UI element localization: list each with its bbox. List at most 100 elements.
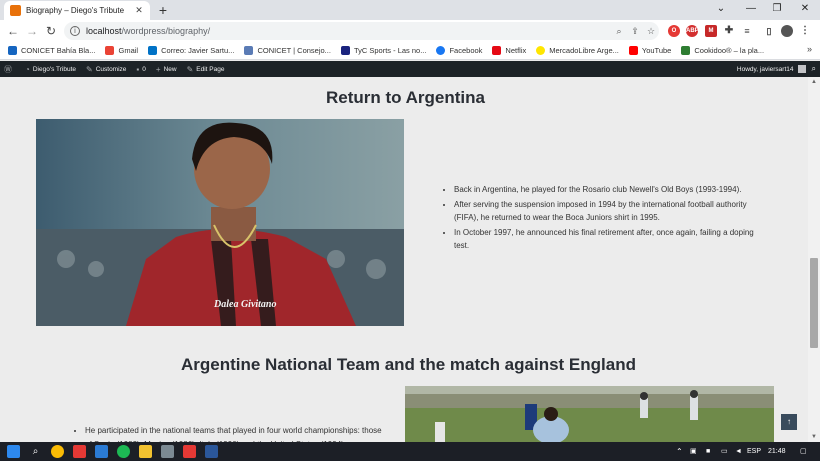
extension-mail-icon[interactable]: M [705,25,717,37]
forward-arrow-icon[interactable]: → [24,22,40,40]
bookmark-item[interactable]: CONICET | Consejo... [244,46,331,55]
national-team-bullet-list: He participated in the national teams th… [85,424,385,442]
youtube-icon [628,46,638,55]
profile-avatar[interactable] [781,25,793,37]
clock[interactable]: 21:48 [768,442,786,461]
url-text[interactable]: localhost/wordpress/biography/ [86,26,611,36]
bookmark-item[interactable]: MercadoLibre Arge... [536,46,619,55]
back-to-top-button[interactable]: ↑ [781,414,797,430]
tray-arrow-icon[interactable]: ⌃ [676,442,683,461]
wp-logo-menu[interactable]: Ⓦ [4,64,15,75]
tray-network-icon[interactable]: ▭ [721,442,728,461]
edit-page-label: Edit Page [196,65,225,73]
bookmark-item[interactable]: Correo: Javier Sartu... [148,46,234,55]
edit-page-link[interactable]: ✎ Edit Page [187,65,225,74]
customize-link[interactable]: ✎ Customize [86,65,126,74]
page-content: Return to Argentina Dalea Givitano • Bac… [0,77,808,442]
dashboard-icon: ◔ [25,64,30,74]
jersey-sponsor-text: Dalea Givitano [213,299,277,310]
account-menu[interactable]: Howdy, javiersart14 ⌕ [737,61,816,77]
browser-toolbar: ← → ↻ i localhost/wordpress/biography/ ⌕… [0,20,820,42]
back-arrow-icon[interactable]: ← [5,22,21,40]
bookmark-label: Netflix [505,46,527,55]
customize-label: Customize [95,65,127,73]
paintbrush-icon: ✎ [86,64,93,74]
new-label: New [163,65,177,73]
plus-icon: + [155,64,161,74]
bookmark-item[interactable]: Gmail [105,46,138,55]
scrollbar-thumb[interactable] [810,258,818,348]
bookmark-label: Cookidoo® – la pla... [694,46,765,55]
side-panel-icon[interactable]: ▯ [763,25,775,37]
zoom-search-icon[interactable]: ⌕ [611,26,627,37]
site-info-icon[interactable]: i [70,26,80,36]
bookmark-item[interactable]: Facebook [436,46,482,55]
taskbar-search-icon[interactable]: ⌕ [29,445,42,458]
bookmark-label: MercadoLibre Arge... [549,46,619,55]
section-heading: Argentine National Team and the match ag… [181,355,636,374]
browser-tab[interactable]: Biography – Diego's Tribute ✕ [4,1,150,20]
outlook-icon [148,46,158,55]
reload-icon[interactable]: ↻ [43,22,59,40]
cookidoo-icon [681,46,691,55]
word-icon[interactable] [205,445,218,458]
bookmark-item[interactable]: Netflix [492,46,526,55]
return-bullet-list: Back in Argentina, he played for the Ros… [454,183,754,254]
vivaldi-icon[interactable] [73,445,86,458]
bookmark-item[interactable]: YouTube [628,46,672,55]
bookmark-favicon-icon [8,46,17,55]
windows-start-icon[interactable] [7,445,20,458]
reading-list-icon[interactable]: ≡ [741,25,753,37]
bookmark-item[interactable]: CONICET Bahía Bla... [8,46,95,55]
list-item: He participated in the national teams th… [85,424,385,442]
site-name-label: Diego's Tribute [32,65,76,73]
tab-close-icon[interactable]: ✕ [134,5,144,16]
page-scrollbar[interactable]: ▲ ▼ [808,77,820,442]
comments-link[interactable]: ▪ 0 [136,65,145,74]
extension-puzzle-icon[interactable]: ✚ [723,25,735,37]
extension-opera-icon[interactable]: O [668,25,680,37]
tray-volume-icon[interactable]: ◄ [735,442,742,461]
bookmark-label: Gmail [118,46,139,55]
wp-admin-bar: Ⓦ ◔ Diego's Tribute ✎ Customize ▪ 0 + New ✎ E… [0,61,820,77]
scroll-down-arrow-icon[interactable]: ▼ [808,432,820,442]
mercadolibre-icon [536,46,546,55]
search-icon[interactable]: ⌕ [812,64,816,74]
browser-menu-icon[interactable]: ⋮ [799,25,811,37]
bookmark-label: Correo: Javier Sartu... [161,46,235,55]
bookmarks-bar: CONICET Bahía Bla... Gmail Correo: Javie… [0,42,820,60]
list-item: In October 1997, he announced his final … [454,226,754,253]
file-explorer-icon[interactable] [139,445,152,458]
minimize-button[interactable]: — [738,0,764,20]
list-item: Back in Argentina, he played for the Ros… [454,183,754,197]
maradona-england-photo [405,386,774,442]
bookmark-label: CONICET | Consejo... [257,46,331,55]
site-name-menu[interactable]: ◔ Diego's Tribute [25,65,76,74]
tray-antivirus-icon[interactable]: ■ [706,442,710,461]
bookmark-label: YouTube [641,46,672,55]
scroll-up-arrow-icon[interactable]: ▲ [808,77,820,87]
bookmark-star-icon[interactable]: ☆ [643,26,659,37]
gmail-icon [105,46,115,55]
tab-strip: Biography – Diego's Tribute ✕ + ⌄ — ❐ ✕ [0,0,820,20]
spotify-icon[interactable] [117,445,130,458]
chrome-icon[interactable] [51,445,64,458]
tab-search-icon[interactable]: ⌄ [708,0,734,20]
notifications-icon[interactable]: ▢ [800,442,807,461]
restore-button[interactable]: ❐ [764,0,790,20]
address-bar[interactable]: i localhost/wordpress/biography/ ⌕ ⇪ ☆ [64,22,659,40]
new-tab-button[interactable]: + [156,1,170,19]
vivaldi-2-icon[interactable] [183,445,196,458]
window-close-button[interactable]: ✕ [792,0,818,20]
vscode-icon[interactable] [95,445,108,458]
bookmark-item[interactable]: Cookidoo® – la pla... [681,46,764,55]
tray-apps-icon[interactable]: ▣ [690,442,697,461]
chrome-active-icon[interactable] [161,445,174,458]
more-bookmarks-button[interactable]: » [807,44,812,54]
language-indicator[interactable]: ESP [747,442,761,461]
bookmark-item[interactable]: TyC Sports - Las no... [340,46,426,55]
new-content-menu[interactable]: + New [156,65,177,74]
facebook-icon [436,46,446,55]
share-icon[interactable]: ⇪ [627,26,643,37]
extension-adblock-icon[interactable]: ABP [686,25,699,37]
